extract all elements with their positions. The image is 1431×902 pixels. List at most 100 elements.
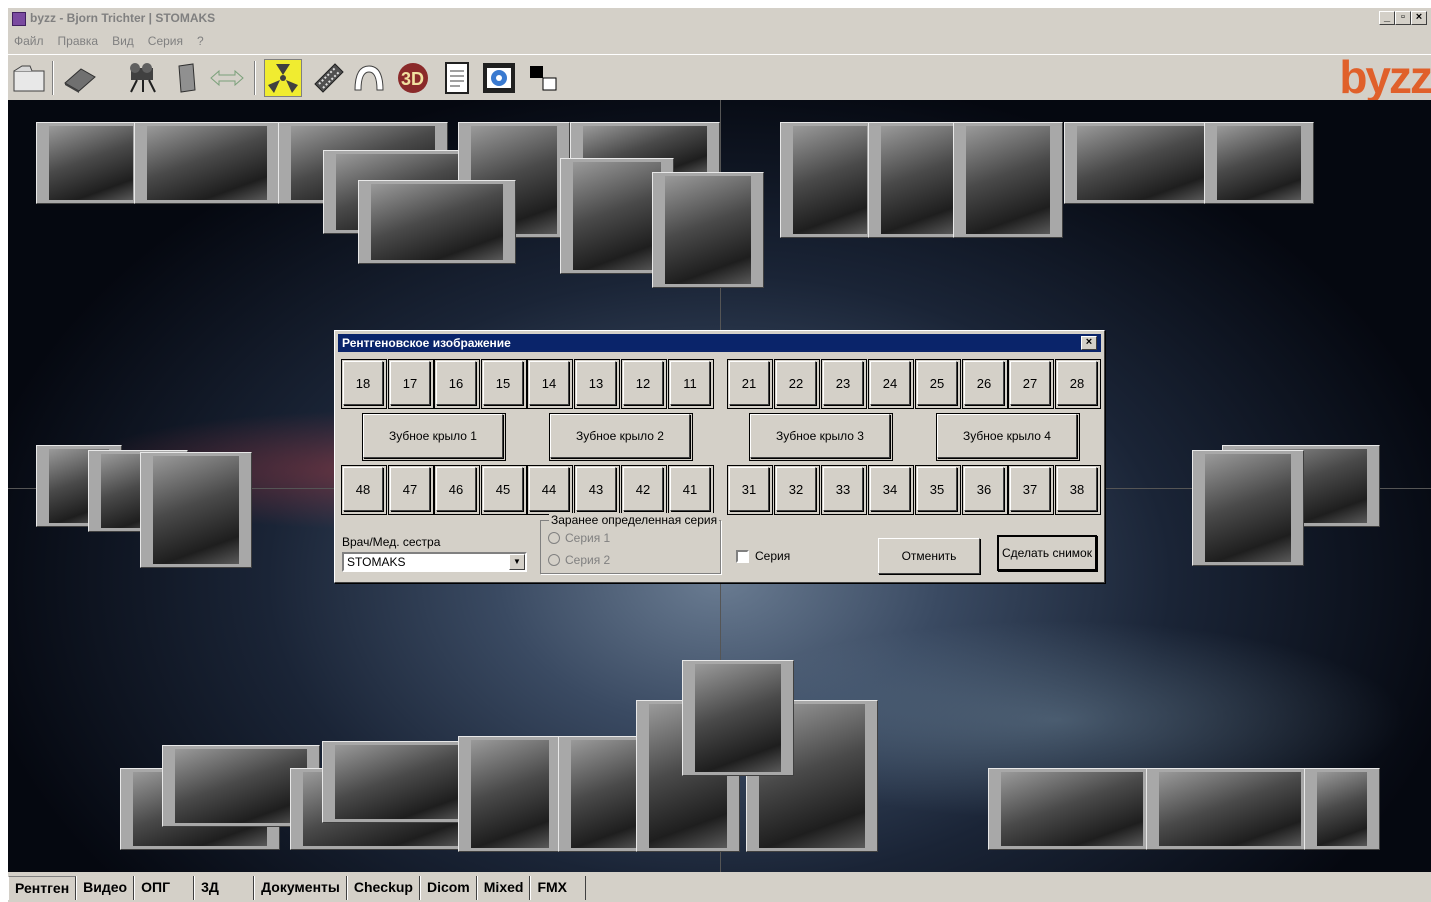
menu-bar: Файл Правка Вид Серия ? xyxy=(8,30,1431,52)
menu-series[interactable]: Серия xyxy=(148,34,183,48)
series-checkbox[interactable]: Серия xyxy=(736,549,790,563)
video-camera-icon[interactable] xyxy=(124,59,162,97)
tooth-12-button[interactable]: 12 xyxy=(621,359,667,409)
tooth-22-button[interactable]: 22 xyxy=(774,359,820,409)
jaw-arch-icon[interactable] xyxy=(350,59,388,97)
scanner-icon[interactable] xyxy=(60,59,98,97)
tooth-36-button[interactable]: 36 xyxy=(962,465,1008,515)
tab-video[interactable]: Видео xyxy=(76,876,135,900)
notes-icon[interactable] xyxy=(438,59,476,97)
svg-text:3D: 3D xyxy=(401,69,424,89)
xray-icon[interactable] xyxy=(264,59,302,97)
arrows-icon[interactable] xyxy=(208,59,246,97)
cancel-button[interactable]: Отменить xyxy=(878,538,980,574)
tooth-41-button[interactable]: 41 xyxy=(668,465,714,515)
tooth-48-button[interactable]: 48 xyxy=(341,465,387,515)
xray-thumbnail[interactable] xyxy=(1192,450,1304,566)
series-2-radio[interactable]: Серия 2 xyxy=(548,553,610,567)
bitewing-1-button[interactable]: Зубное крыло 1 xyxy=(362,413,506,461)
menu-help[interactable]: ? xyxy=(197,34,204,48)
tooth-47-button[interactable]: 47 xyxy=(388,465,434,515)
tooth-27-button[interactable]: 27 xyxy=(1008,359,1054,409)
tab-documents[interactable]: Документы xyxy=(254,876,347,900)
xray-thumbnail[interactable] xyxy=(140,452,252,568)
dialog-title-bar: Рентгеновское изображение × xyxy=(338,334,1101,352)
predefined-series-group: Заранее определенная серия Серия 1 Серия… xyxy=(540,513,721,574)
tooth-15-button[interactable]: 15 xyxy=(481,359,527,409)
maximize-button[interactable]: ▫ xyxy=(1395,11,1411,25)
tooth-24-button[interactable]: 24 xyxy=(868,359,914,409)
xray-thumbnail[interactable] xyxy=(682,660,794,776)
tooth-26-button[interactable]: 26 xyxy=(962,359,1008,409)
xray-thumbnail[interactable] xyxy=(1064,122,1220,204)
xray-thumbnail[interactable] xyxy=(358,180,516,264)
tooth-43-button[interactable]: 43 xyxy=(574,465,620,515)
tooth-35-button[interactable]: 35 xyxy=(915,465,961,515)
tab-opg[interactable]: ОПГ xyxy=(134,876,195,900)
document-icon[interactable] xyxy=(168,59,206,97)
dialog-close-button[interactable]: × xyxy=(1081,336,1097,350)
media-film-icon[interactable] xyxy=(480,59,518,97)
tab-xray[interactable]: Рентген xyxy=(8,876,77,900)
xray-thumbnail[interactable] xyxy=(953,122,1063,238)
tooth-17-button[interactable]: 17 xyxy=(388,359,434,409)
tooth-18-button[interactable]: 18 xyxy=(341,359,387,409)
tab-dicom[interactable]: Dicom xyxy=(419,876,477,900)
bottom-tabs: Рентген Видео ОПГ 3Д Документы Checkup D… xyxy=(8,876,1431,902)
tooth-16-button[interactable]: 16 xyxy=(434,359,480,409)
take-image-button[interactable]: Сделать снимок xyxy=(997,535,1097,571)
xray-thumbnail[interactable] xyxy=(458,736,562,852)
bitewing-3-button[interactable]: Зубное крыло 3 xyxy=(749,413,893,461)
group-title: Заранее определенная серия xyxy=(549,513,720,527)
color-swatch-icon[interactable] xyxy=(524,59,562,97)
bitewing-4-button[interactable]: Зубное крыло 4 xyxy=(936,413,1080,461)
tooth-31-button[interactable]: 31 xyxy=(727,465,773,515)
tooth-33-button[interactable]: 33 xyxy=(821,465,867,515)
open-folder-icon[interactable] xyxy=(10,59,48,97)
menu-file[interactable]: Файл xyxy=(14,34,44,48)
tab-mixed[interactable]: Mixed xyxy=(476,876,531,900)
xray-thumbnail[interactable] xyxy=(988,768,1156,850)
tooth-44-button[interactable]: 44 xyxy=(527,465,573,515)
xray-thumbnail[interactable] xyxy=(1304,768,1380,850)
tooth-14-button[interactable]: 14 xyxy=(527,359,573,409)
tab-fmx[interactable]: FMX xyxy=(530,876,587,900)
series-1-radio[interactable]: Серия 1 xyxy=(548,531,610,545)
tooth-11-button[interactable]: 11 xyxy=(668,359,714,409)
doctor-select[interactable]: STOMAKS ▼ xyxy=(342,552,527,572)
tooth-13-button[interactable]: 13 xyxy=(574,359,620,409)
tooth-46-button[interactable]: 46 xyxy=(434,465,480,515)
xray-thumbnail[interactable] xyxy=(322,741,480,823)
tab-3d[interactable]: 3Д xyxy=(194,876,255,900)
minimize-button[interactable]: _ xyxy=(1379,11,1395,25)
film-icon[interactable] xyxy=(310,59,348,97)
tooth-45-button[interactable]: 45 xyxy=(481,465,527,515)
xray-thumbnail[interactable] xyxy=(1146,768,1314,850)
tooth-42-button[interactable]: 42 xyxy=(621,465,667,515)
app-icon xyxy=(12,12,26,26)
xray-thumbnail[interactable] xyxy=(134,122,280,204)
xray-thumbnail[interactable] xyxy=(36,122,146,204)
menu-view[interactable]: Вид xyxy=(112,34,134,48)
doctor-value: STOMAKS xyxy=(347,555,406,569)
close-button[interactable]: × xyxy=(1411,11,1427,25)
xray-thumbnail[interactable] xyxy=(652,172,764,288)
tooth-25-button[interactable]: 25 xyxy=(915,359,961,409)
xray-thumbnail[interactable] xyxy=(1204,122,1314,204)
menu-edit[interactable]: Правка xyxy=(58,34,99,48)
window-title: byzz - Bjorn Trichter | STOMAKS xyxy=(30,11,216,25)
tab-checkup[interactable]: Checkup xyxy=(346,876,420,900)
3d-icon[interactable]: 3D xyxy=(394,59,432,97)
tooth-23-button[interactable]: 23 xyxy=(821,359,867,409)
tooth-32-button[interactable]: 32 xyxy=(774,465,820,515)
dialog-title: Рентгеновское изображение xyxy=(342,336,511,350)
tooth-37-button[interactable]: 37 xyxy=(1008,465,1054,515)
bitewing-2-button[interactable]: Зубное крыло 2 xyxy=(549,413,693,461)
tooth-38-button[interactable]: 38 xyxy=(1055,465,1101,515)
chevron-down-icon[interactable]: ▼ xyxy=(509,554,525,570)
toolbar: 3D byzz xyxy=(8,54,1431,100)
tooth-34-button[interactable]: 34 xyxy=(868,465,914,515)
xray-thumbnail[interactable] xyxy=(780,122,880,238)
tooth-28-button[interactable]: 28 xyxy=(1055,359,1101,409)
tooth-21-button[interactable]: 21 xyxy=(727,359,773,409)
